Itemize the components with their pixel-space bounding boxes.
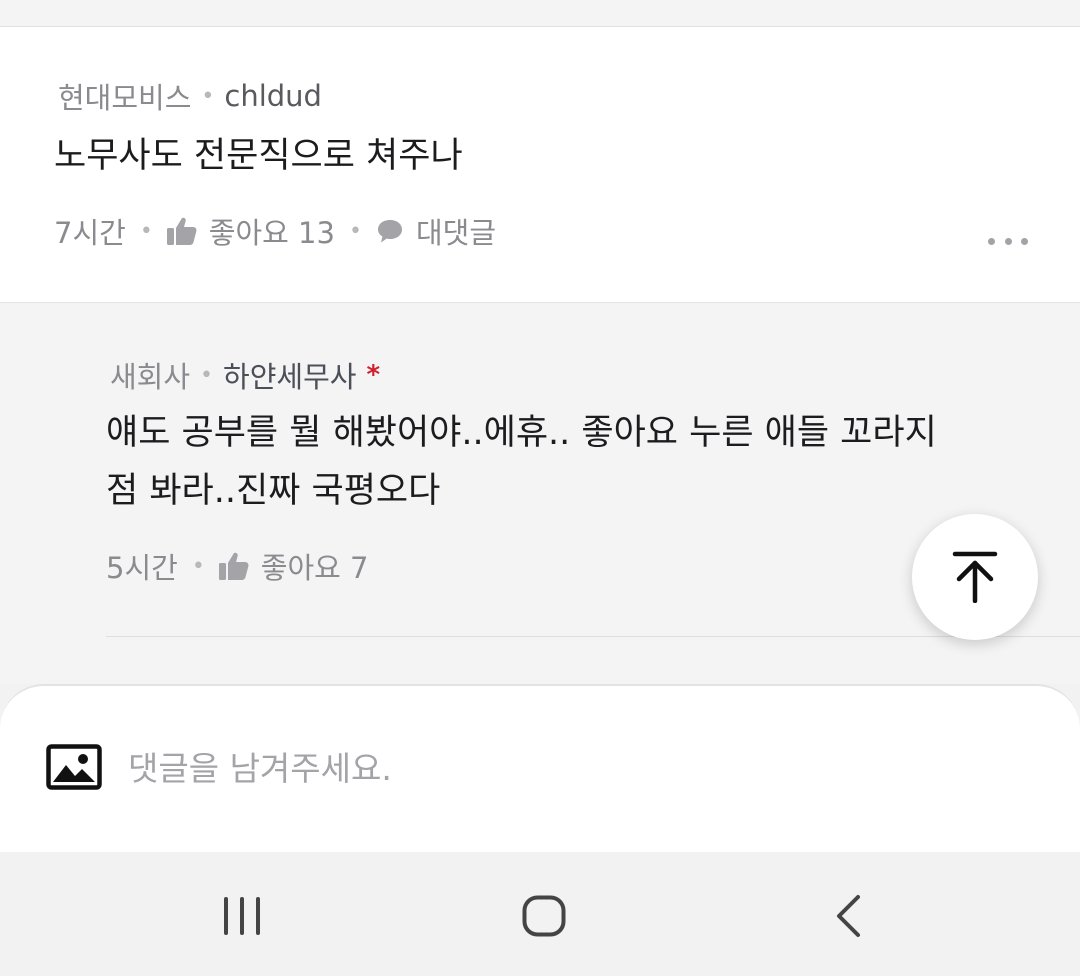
comment-time: 7시간 [54,216,126,250]
reply-company[interactable]: 새회사 [110,354,190,396]
system-navigation-bar [0,852,1080,976]
comment-input[interactable] [128,738,1008,798]
top-divider-strip [0,0,1080,27]
scroll-to-top-button[interactable] [912,514,1038,640]
comment-input-bar [0,684,1080,852]
comment-like-button[interactable]: 좋아요 13 [166,210,335,252]
more-dot [988,237,995,245]
comment-actions: 7시간 • 좋아요 13 • 대댓글 [54,210,496,252]
reply-like-label: 좋아요 7 [260,551,369,585]
action-separator-dot: • [348,218,362,244]
reply-time: 5시간 [106,551,178,585]
home-icon[interactable] [522,895,566,941]
more-dot [1021,237,1028,245]
comment-company[interactable]: 현대모비스 [58,75,191,117]
more-options-button[interactable] [988,229,1028,253]
back-icon[interactable] [834,894,862,942]
reply-like-button[interactable]: 좋아요 7 [218,545,369,587]
reply-divider [106,636,1080,637]
meta-separator-dot: • [201,83,215,109]
reply-button[interactable]: 대댓글 [376,210,496,252]
comment-text: 노무사도 전문직으로 쳐주나 [54,136,463,176]
speech-bubble-icon [377,220,402,243]
recent-apps-icon[interactable] [222,896,262,940]
comment-card: 현대모비스 • chldud 노무사도 전문직으로 쳐주나 7시간 • 좋아요 … [0,27,1080,303]
comment-author[interactable]: chldud [224,79,322,113]
comment-meta: 현대모비스 • chldud [58,75,322,117]
image-icon[interactable] [46,744,102,794]
action-separator-dot: • [191,553,205,579]
thumbs-up-icon [166,217,197,245]
verified-mark: * [366,360,381,390]
reply-card: 새회사 • 하얀세무사 * 얘도 공부를 뭘 해봤어야..에휴.. 좋아요 누른… [0,304,1080,684]
reply-author[interactable]: 하얀세무사 [223,354,356,396]
action-separator-dot: • [139,218,153,244]
more-dot [1004,237,1012,245]
reply-actions: 5시간 • 좋아요 7 [106,545,369,587]
reply-text-line: 얘도 공부를 뭘 해봤어야..에휴.. 좋아요 누른 애들 꼬라지 [106,413,937,453]
reply-text: 얘도 공부를 뭘 해봤어야..에휴.. 좋아요 누른 애들 꼬라지 점 봐라..… [106,404,937,520]
thumbs-up-icon [218,552,249,580]
comments-screen: 현대모비스 • chldud 노무사도 전문직으로 쳐주나 7시간 • 좋아요 … [0,0,1080,976]
arrow-up-to-top-icon [952,551,998,603]
meta-separator-dot: • [200,362,214,388]
reply-label: 대댓글 [415,216,496,250]
comment-like-label: 좋아요 13 [208,216,335,250]
reply-text-line: 점 봐라..진짜 국평오다 [106,471,441,511]
reply-meta: 새회사 • 하얀세무사 * [110,354,380,396]
